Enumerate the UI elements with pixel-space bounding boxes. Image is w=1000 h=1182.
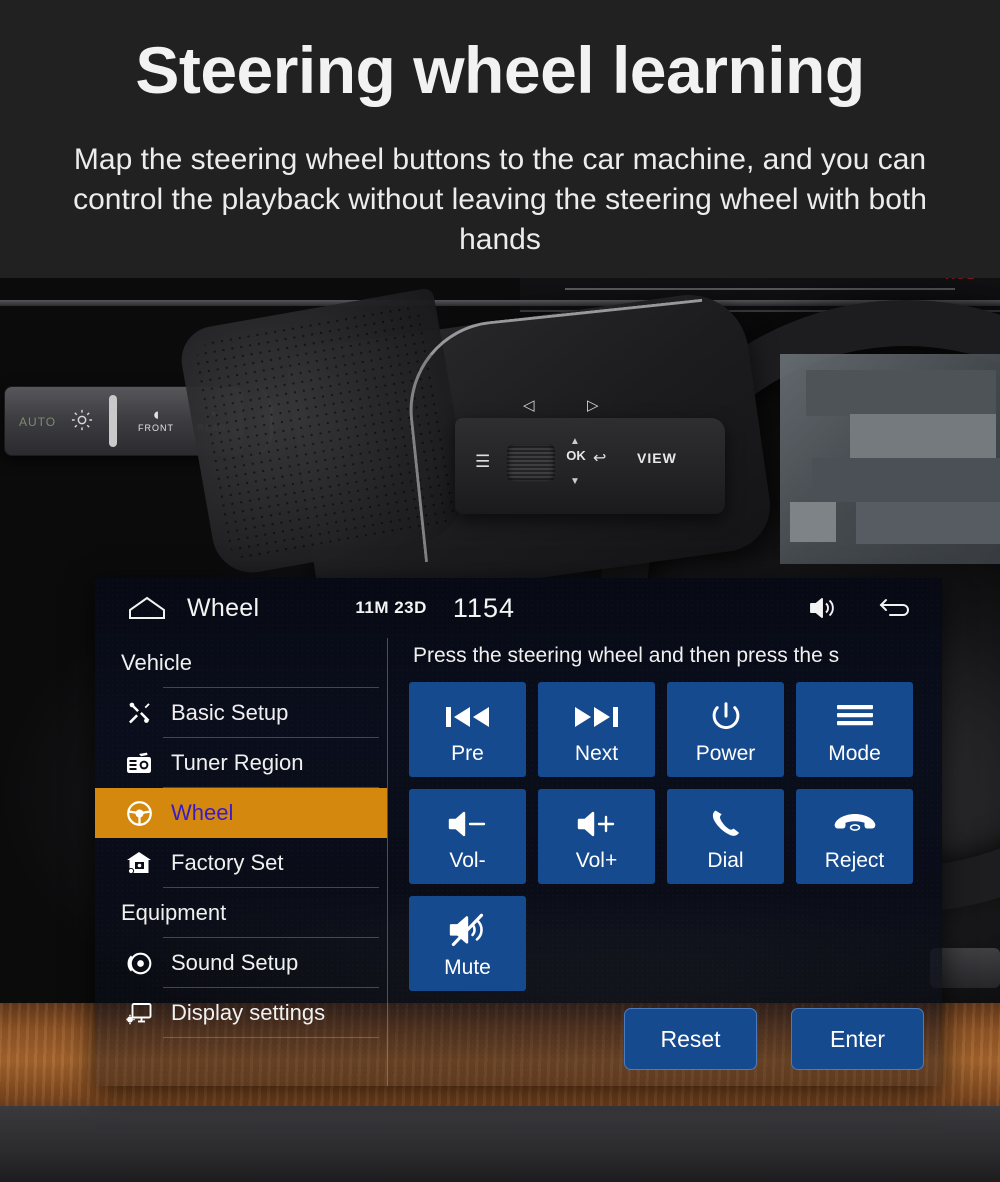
phone-call-icon — [707, 801, 745, 847]
page-subtitle: Map the steering wheel buttons to the ca… — [73, 143, 927, 256]
power-icon — [709, 694, 743, 740]
wheel-button-next[interactable]: Next — [538, 682, 655, 777]
down-arrow-icon: ▼ — [570, 476, 580, 487]
previous-track-icon — [444, 694, 492, 740]
wheel-button-reject[interactable]: Reject — [796, 789, 913, 884]
auto-light-label: AUTO — [19, 415, 57, 429]
volume-icon[interactable] — [808, 595, 836, 621]
sidebar-item-sound-setup[interactable]: Sound Setup — [95, 938, 387, 988]
wheel-button-mode[interactable]: Mode — [796, 682, 913, 777]
mosaic-block — [790, 502, 836, 542]
wheel-button-mute[interactable]: Mute — [409, 896, 526, 991]
instruction-text: Press the steering wheel and then press … — [413, 644, 840, 667]
monitor-gear-icon — [117, 1001, 161, 1025]
wheel-button-grid: Pre Next Power Mode Vol- Vol+ Dial Rejec… — [409, 682, 942, 991]
front-fog-icon: ◖ FRONT — [127, 405, 185, 433]
clock-readout: 1154 — [452, 592, 515, 623]
wheel-button-label: Reject — [824, 848, 885, 872]
sidebar-item-label: Display settings — [171, 1000, 326, 1025]
volume-up-icon — [575, 801, 619, 847]
mosaic-block — [812, 458, 1000, 502]
screen-title: Wheel — [187, 593, 260, 622]
home-icon[interactable] — [127, 595, 167, 621]
phone-hangup-icon — [833, 801, 877, 847]
mosaic-block — [806, 370, 996, 416]
factory-home-icon — [117, 851, 161, 875]
sidebar-item-display-settings[interactable]: Display settings — [95, 988, 387, 1038]
mosaic-block — [856, 502, 1000, 544]
sidebar-item-label: Factory Set — [171, 850, 284, 875]
sidebar-header-label: Equipment — [121, 900, 227, 925]
menu-lines-icon — [835, 694, 875, 740]
settings-sidebar: Vehicle Basic Setup Tuner Region Wheel F… — [95, 638, 388, 1086]
wheel-button-vol-down[interactable]: Vol- — [409, 789, 526, 884]
lower-dashboard — [0, 1106, 1000, 1182]
wheel-button-power[interactable]: Power — [667, 682, 784, 777]
sidebar-item-factory-set[interactable]: Factory Set — [95, 838, 387, 888]
next-track-icon — [573, 694, 621, 740]
tools-icon — [117, 701, 161, 725]
light-knob — [109, 395, 117, 447]
return-arrow-icon: ↩ — [593, 450, 607, 467]
sidebar-item-label: Tuner Region — [171, 750, 304, 775]
wheel-button-label: Mode — [828, 741, 881, 765]
cluster-bar — [565, 288, 955, 290]
back-arrow-icon[interactable] — [878, 596, 912, 620]
wheel-button-label: Power — [695, 741, 756, 765]
sun-icon — [71, 409, 93, 431]
mute-icon — [447, 908, 489, 954]
sidebar-section-equipment: Equipment — [95, 888, 387, 938]
sidebar-item-wheel[interactable]: Wheel — [95, 788, 387, 838]
sidebar-item-tuner-region[interactable]: Tuner Region — [95, 738, 387, 788]
date-readout: 11M 23D — [355, 598, 427, 617]
sidebar-item-label: Sound Setup — [171, 950, 299, 975]
steering-wheel-control-panel: ◁ ▷ ☰ ▲ OK ▼ ↩ VIEW — [455, 397, 725, 514]
reset-button[interactable]: Reset — [624, 1008, 757, 1070]
ok-button-label: OK — [566, 448, 586, 463]
wheel-button-label: Vol- — [449, 848, 486, 872]
sidebar-item-label: Wheel — [171, 800, 234, 825]
volume-down-icon — [446, 801, 490, 847]
mosaic-block — [850, 414, 996, 458]
sidebar-item-basic-setup[interactable]: Basic Setup — [95, 688, 387, 738]
wheel-learning-panel: Press the steering wheel and then press … — [387, 638, 942, 1086]
view-button-label: VIEW — [637, 450, 677, 466]
enter-button[interactable]: Enter — [791, 1008, 924, 1070]
wheel-button-label: Dial — [707, 848, 744, 872]
wheel-button-dial[interactable]: Dial — [667, 789, 784, 884]
wheel-button-label: Pre — [451, 741, 484, 765]
wheel-button-label: Mute — [444, 955, 491, 979]
hero-banner: Steering wheel learning Map the steering… — [0, 0, 1000, 278]
menu-list-icon: ☰ — [475, 452, 491, 471]
head-unit-screen: Wheel 11M 23D 1154 Vehicle Basic Setup T… — [95, 578, 942, 1086]
right-arrow-icon: ▷ — [587, 397, 599, 414]
divider — [163, 1037, 379, 1038]
wheel-button-vol-up[interactable]: Vol+ — [538, 789, 655, 884]
steering-wheel-icon — [117, 800, 161, 827]
sidebar-section-vehicle: Vehicle — [95, 638, 387, 688]
head-unit-topbar: Wheel 11M 23D 1154 — [95, 578, 942, 638]
sidebar-item-label: Basic Setup — [171, 700, 289, 725]
wheel-button-label: Vol+ — [575, 848, 618, 872]
speaker-disc-icon — [117, 951, 161, 976]
front-fog-label: FRONT — [138, 423, 174, 433]
radio-icon — [117, 752, 161, 774]
scroll-roller — [507, 444, 555, 482]
up-arrow-icon: ▲ — [570, 436, 580, 447]
wheel-button-label: Next — [574, 741, 619, 765]
left-arrow-icon: ◁ — [523, 397, 535, 414]
page-title: Steering wheel learning — [135, 33, 865, 107]
sidebar-header-label: Vehicle — [121, 650, 192, 675]
action-button-row: Reset Enter — [624, 1008, 924, 1070]
wheel-button-pre[interactable]: Pre — [409, 682, 526, 777]
